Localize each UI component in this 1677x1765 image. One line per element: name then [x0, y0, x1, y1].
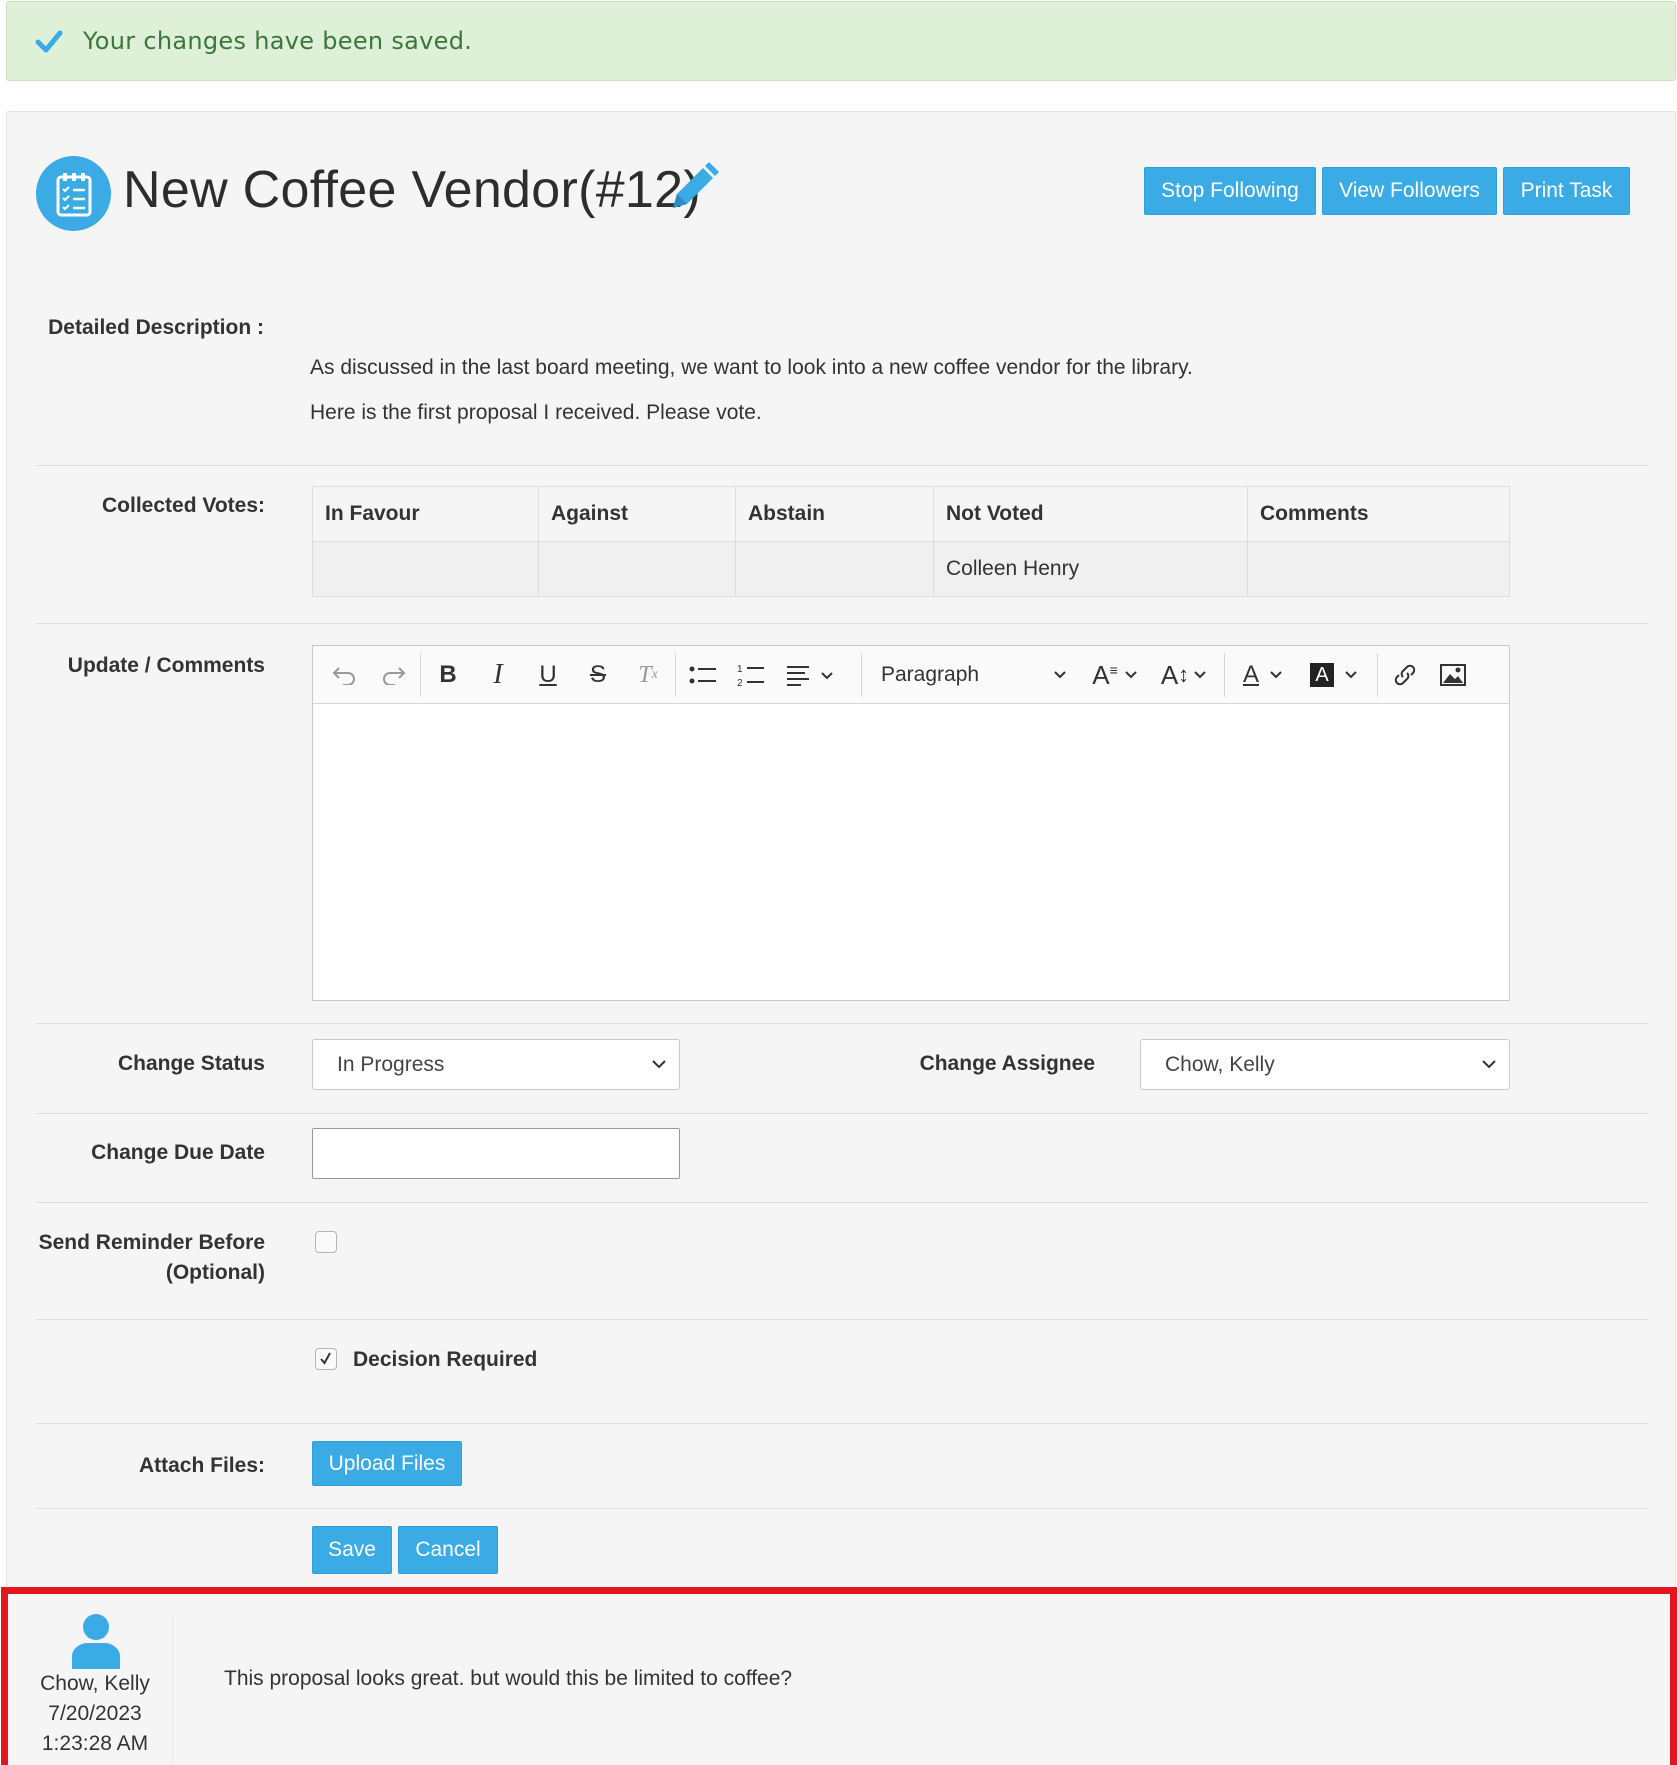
- success-alert: Your changes have been saved.: [6, 1, 1676, 81]
- checkmark-icon: [35, 30, 63, 53]
- votes-cell-abstain: [735, 541, 934, 597]
- votes-header-abstain: Abstain: [735, 486, 934, 542]
- user-avatar-icon: [71, 1614, 121, 1669]
- underline-icon[interactable]: U: [531, 646, 565, 704]
- toolbar-separator: [1377, 653, 1378, 697]
- send-reminder-label: Send Reminder Before: [38, 1231, 265, 1254]
- votes-header-against: Against: [538, 486, 736, 542]
- description-label: Detailed Description :: [48, 316, 264, 339]
- assignee-select[interactable]: Chow, Kelly: [1140, 1039, 1510, 1090]
- chevron-down-icon: [652, 1060, 666, 1069]
- image-icon[interactable]: [1435, 646, 1471, 704]
- votes-cell-not-voted: Colleen Henry: [933, 541, 1248, 597]
- clear-formatting-icon[interactable]: Tx: [631, 646, 665, 704]
- change-due-date-label: Change Due Date: [91, 1141, 265, 1164]
- chevron-down-icon: [1054, 671, 1066, 679]
- votes-header-in-favour: In Favour: [312, 486, 539, 542]
- divider: [36, 1319, 1648, 1320]
- comment-text: This proposal looks great. but would thi…: [224, 1667, 793, 1690]
- description-line-1: As discussed in the last board meeting, …: [310, 356, 1193, 379]
- toolbar-separator: [1224, 653, 1225, 697]
- save-button[interactable]: Save: [312, 1526, 392, 1574]
- print-task-button[interactable]: Print Task: [1503, 167, 1630, 215]
- votes-header-row: In Favour Against Abstain Not Voted Comm…: [312, 486, 1510, 542]
- chevron-down-icon: [1482, 1060, 1496, 1069]
- votes-header-comments: Comments: [1247, 486, 1510, 542]
- cancel-button[interactable]: Cancel: [398, 1526, 498, 1574]
- editor-content-area[interactable]: [313, 704, 1509, 1000]
- due-date-input[interactable]: [312, 1128, 680, 1179]
- rich-text-editor: B I U S Tx 12 Paragraph A ≡ A ↕ A A: [312, 645, 1510, 1001]
- change-status-label: Change Status: [117, 1052, 265, 1075]
- votes-cell-comments: [1247, 541, 1510, 597]
- divider: [36, 1202, 1648, 1203]
- stop-following-button[interactable]: Stop Following: [1144, 167, 1316, 215]
- divider: [36, 1023, 1648, 1024]
- svg-text:1: 1: [737, 664, 743, 675]
- toolbar-separator: [861, 653, 862, 697]
- change-assignee-label: Change Assignee: [919, 1052, 1095, 1075]
- decision-required-label: Decision Required: [353, 1348, 538, 1371]
- numbered-list-icon[interactable]: 12: [733, 646, 769, 704]
- send-reminder-checkbox[interactable]: [315, 1231, 337, 1253]
- paragraph-format-value: Paragraph: [881, 663, 980, 686]
- svg-text:2: 2: [737, 678, 743, 688]
- comment-author: Chow, Kelly: [40, 1672, 150, 1695]
- upload-files-button[interactable]: Upload Files: [312, 1441, 462, 1486]
- divider: [36, 1423, 1648, 1424]
- bold-icon[interactable]: B: [431, 646, 465, 704]
- paragraph-format-dropdown[interactable]: Paragraph: [881, 646, 1067, 704]
- toolbar-separator: [420, 653, 421, 697]
- editor-toolbar: B I U S Tx 12 Paragraph A ≡ A ↕ A A: [313, 646, 1509, 704]
- votes-cell-in-favour: [312, 541, 539, 597]
- undo-icon[interactable]: [327, 646, 361, 704]
- divider: [36, 465, 1648, 466]
- votes-table: In Favour Against Abstain Not Voted Comm…: [312, 486, 1510, 597]
- redo-icon[interactable]: [377, 646, 411, 704]
- pencil-icon[interactable]: [665, 160, 721, 216]
- send-reminder-optional-label: (Optional): [165, 1261, 265, 1284]
- background-color-icon[interactable]: A: [1303, 646, 1365, 704]
- comment-time: 1:23:28 AM: [41, 1732, 149, 1755]
- font-color-icon[interactable]: A: [1233, 646, 1293, 704]
- votes-cell-against: [538, 541, 736, 597]
- strikethrough-icon[interactable]: S: [581, 646, 615, 704]
- checkmark-icon: [320, 1352, 331, 1365]
- divider: [36, 1113, 1648, 1114]
- decision-required-checkbox[interactable]: [315, 1348, 337, 1370]
- task-title: New Coffee Vendor(#12): [123, 161, 701, 219]
- attach-files-label: Attach Files:: [138, 1454, 265, 1477]
- comment-date: 7/20/2023: [48, 1702, 142, 1725]
- status-select-value: In Progress: [337, 1052, 445, 1076]
- view-followers-button[interactable]: View Followers: [1322, 167, 1497, 215]
- votes-header-not-voted: Not Voted: [933, 486, 1248, 542]
- divider: [36, 1508, 1648, 1509]
- assignee-select-value: Chow, Kelly: [1165, 1052, 1275, 1076]
- toolbar-separator: [675, 653, 676, 697]
- collected-votes-label: Collected Votes:: [102, 494, 265, 517]
- link-icon[interactable]: [1387, 646, 1423, 704]
- italic-icon[interactable]: I: [481, 646, 515, 704]
- update-comments-label: Update / Comments: [67, 654, 265, 677]
- alert-message: Your changes have been saved.: [83, 27, 473, 55]
- bulleted-list-icon[interactable]: [685, 646, 721, 704]
- table-row: Colleen Henry: [312, 541, 1510, 597]
- clipboard-checklist-icon: [36, 156, 111, 231]
- line-height-icon[interactable]: A ↕: [1153, 646, 1215, 704]
- divider: [36, 623, 1648, 624]
- font-size-icon[interactable]: A ≡: [1085, 646, 1145, 704]
- align-icon[interactable]: [781, 646, 837, 704]
- status-select[interactable]: In Progress: [312, 1039, 680, 1090]
- description-line-2: Here is the first proposal I received. P…: [310, 401, 762, 424]
